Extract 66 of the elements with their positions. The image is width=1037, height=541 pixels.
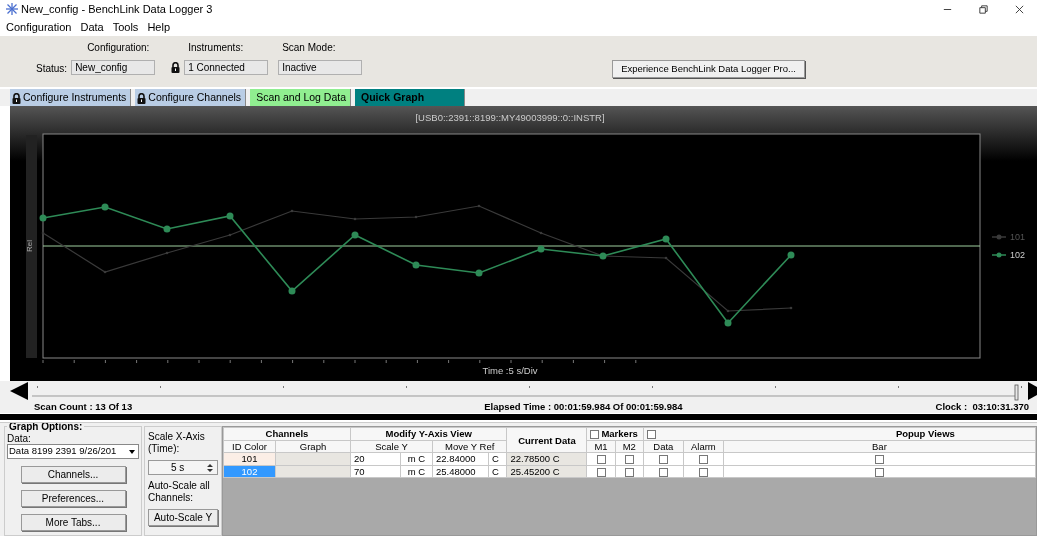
checkbox[interactable] bbox=[658, 455, 668, 465]
timeline-thumb[interactable] bbox=[1014, 384, 1019, 401]
column-header: Markers bbox=[601, 428, 638, 440]
table-cell: m C bbox=[400, 465, 433, 478]
field-label: Configuration: bbox=[87, 41, 150, 55]
menu-item[interactable]: Help bbox=[147, 18, 170, 36]
checkbox[interactable] bbox=[698, 467, 708, 477]
scan-count: Scan Count : 13 Of 13 bbox=[34, 399, 133, 414]
field-label: Scan Mode: bbox=[282, 41, 336, 55]
tab[interactable]: Configure Instruments bbox=[10, 89, 132, 106]
window-title: New_config - BenchLink Data Logger 3 bbox=[21, 1, 213, 17]
checkbox[interactable] bbox=[874, 467, 884, 477]
timeline-track[interactable] bbox=[31, 386, 1022, 397]
y-axis-label: Rel bbox=[25, 240, 34, 252]
spin-field[interactable]: 5 s bbox=[148, 460, 218, 475]
table-cell: C bbox=[488, 452, 507, 465]
tab[interactable]: Quick Graph bbox=[355, 89, 466, 106]
legend-label: 101 bbox=[1010, 232, 1026, 242]
table-cell: m C bbox=[400, 452, 433, 465]
checkbox[interactable] bbox=[874, 455, 884, 465]
menu-item[interactable]: Configuration bbox=[6, 18, 72, 36]
scroll-right-icon[interactable] bbox=[1028, 382, 1037, 400]
column-header: Modify Y-Axis View bbox=[350, 427, 507, 440]
data-dropdown[interactable]: Data 8199 2391 9/26/201 bbox=[7, 444, 139, 459]
pro-button[interactable]: Experience BenchLink Data Logger Pro... bbox=[612, 60, 805, 79]
checkbox[interactable] bbox=[590, 430, 600, 440]
column-header: Current Data bbox=[506, 427, 587, 453]
table-cell: 20 bbox=[350, 452, 401, 465]
menu-item[interactable]: Data bbox=[80, 18, 104, 36]
field-label: Instruments: bbox=[188, 41, 244, 55]
elapsed-time: Elapsed Time : 00:01:59.984 Of 00:01:59.984 bbox=[484, 399, 683, 414]
spinner-arrows-icon[interactable] bbox=[205, 461, 215, 474]
menu-item[interactable]: Tools bbox=[112, 18, 139, 36]
options-button[interactable]: Channels... bbox=[20, 466, 126, 483]
status-label: Status: bbox=[36, 62, 68, 76]
field-label: Data: bbox=[7, 432, 32, 444]
table-cell: 25.48000 bbox=[432, 465, 489, 478]
lock-icon bbox=[12, 92, 21, 104]
table-cell: C bbox=[488, 465, 507, 478]
field-label: Auto-Scale all Channels: bbox=[148, 480, 211, 503]
options-button[interactable]: More Tabs... bbox=[20, 514, 126, 531]
tab[interactable]: Scan and Log Data bbox=[250, 89, 352, 106]
chart-title: [USB0::2391::8199::MY49003999::0::INSTR] bbox=[415, 112, 605, 123]
checkbox[interactable] bbox=[624, 455, 634, 465]
x-axis-label: Time :5 s/Div bbox=[482, 365, 538, 376]
auto-scale-button[interactable]: Auto-Scale Y bbox=[148, 509, 218, 526]
tab[interactable]: Configure Channels bbox=[135, 89, 247, 106]
checkbox[interactable] bbox=[596, 455, 606, 465]
checkbox[interactable] bbox=[646, 430, 656, 440]
checkbox[interactable] bbox=[624, 467, 634, 477]
restore-icon[interactable] bbox=[977, 4, 989, 16]
table-cell: 70 bbox=[350, 465, 401, 478]
field-label: Scale X-Axis (Time): bbox=[148, 431, 206, 454]
column-header: Channels bbox=[223, 427, 351, 440]
legend-label: 102 bbox=[1010, 250, 1026, 260]
checkbox[interactable] bbox=[596, 467, 606, 477]
group-title: Graph Options: bbox=[7, 423, 85, 433]
column-header: Popup Views bbox=[895, 428, 955, 440]
checkbox[interactable] bbox=[658, 467, 668, 477]
table-cell: 22.84000 bbox=[432, 452, 489, 465]
lock-icon bbox=[137, 92, 147, 104]
checkbox[interactable] bbox=[698, 455, 708, 465]
clock-time: Clock : 03:10:31.370 bbox=[935, 399, 1029, 414]
close-icon[interactable] bbox=[1013, 4, 1025, 16]
options-button[interactable]: Preferences... bbox=[20, 490, 126, 507]
app-icon bbox=[6, 3, 18, 15]
